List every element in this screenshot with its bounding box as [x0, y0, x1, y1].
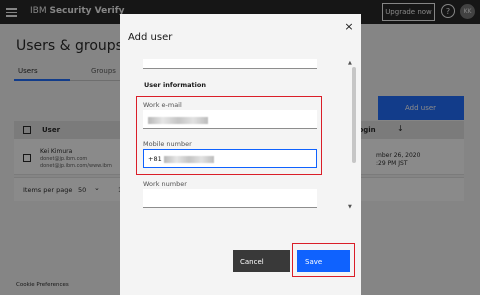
work-number-field[interactable] [143, 189, 317, 208]
work-number-label: Work number [143, 180, 187, 188]
section-heading: User information [144, 81, 206, 89]
fields-highlight-annotation [136, 96, 322, 175]
close-icon[interactable]: × [341, 18, 357, 34]
scroll-down-icon[interactable]: ▼ [348, 204, 352, 210]
cancel-button[interactable]: Cancel [233, 250, 290, 272]
save-highlight-annotation [292, 243, 355, 277]
previous-field-input[interactable] [143, 59, 317, 69]
modal-title: Add user [128, 32, 173, 43]
scrollbar-thumb[interactable] [352, 67, 356, 163]
scroll-up-icon[interactable]: ▲ [348, 60, 352, 66]
